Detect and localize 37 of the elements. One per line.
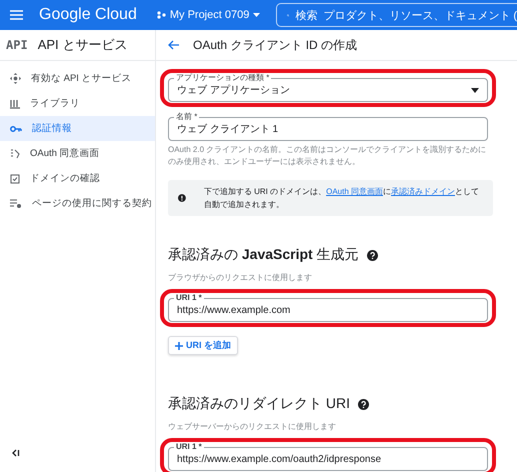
project-selector[interactable]: My Project 0709 — [156, 9, 260, 21]
consent-icon — [10, 148, 20, 158]
sidebar-item[interactable]: ライブラリ — [0, 91, 155, 116]
api-logo: API — [6, 38, 28, 52]
checkbox-icon — [10, 174, 20, 184]
info-icon — [178, 193, 186, 203]
consent-link[interactable]: OAuth 同意画面 — [326, 187, 383, 196]
section-heading: 承認済みの JavaScript 生成元 — [168, 246, 359, 264]
sidebar-title: API とサービス — [38, 36, 128, 54]
plus-icon — [175, 342, 183, 350]
search-field[interactable]: 検索 プロダクト、リソース、ドキュメント ( — [276, 3, 517, 27]
help-icon[interactable] — [366, 250, 378, 260]
key-icon — [10, 124, 22, 132]
caret-icon — [471, 88, 479, 92]
back-arrow-icon[interactable] — [168, 40, 179, 50]
menu-icon[interactable] — [10, 10, 23, 20]
project-icon — [156, 11, 166, 19]
library-icon — [10, 98, 20, 108]
page-title: OAuth クライアント ID の作成 — [193, 36, 358, 54]
sidebar-item[interactable]: OAuth 同意画面 — [0, 141, 155, 166]
caret-icon — [253, 13, 260, 17]
collapse-icon[interactable] — [12, 449, 20, 457]
section-subtitle: ウェブサーバーからのリクエストに使用します — [168, 421, 337, 432]
brand-name: Google Cloud — [39, 6, 137, 24]
sidebar-item[interactable]: ページの使用に関する契約 — [0, 191, 155, 216]
info-text: 下で追加する URI のドメインは、OAuth 同意画面に承認済みドメイン として自動で追加されます。 — [204, 186, 480, 211]
add-uri-button[interactable]: URI を追加 — [168, 336, 238, 355]
section-heading: 承認済みのリダイレクト URI — [168, 395, 350, 413]
field-hint: OAuth 2.0 クライアントの名前。この名前はコンソールでクライアントを識別するためにのみ使用され、エンドユーザーには表示されません。 — [168, 144, 488, 168]
domain-link[interactable]: 承認済みドメイン — [391, 187, 455, 196]
section-subtitle: ブラウザからのリクエストに使用します — [168, 272, 313, 283]
move-icon — [10, 73, 21, 84]
list-settings-icon — [10, 198, 22, 208]
help-icon[interactable] — [358, 398, 369, 410]
sidebar-item[interactable]: 認証情報 — [0, 116, 155, 141]
sidebar-item[interactable]: 有効な API とサービス — [0, 66, 155, 91]
sidebar-item[interactable]: ドメインの確認 — [0, 166, 155, 191]
